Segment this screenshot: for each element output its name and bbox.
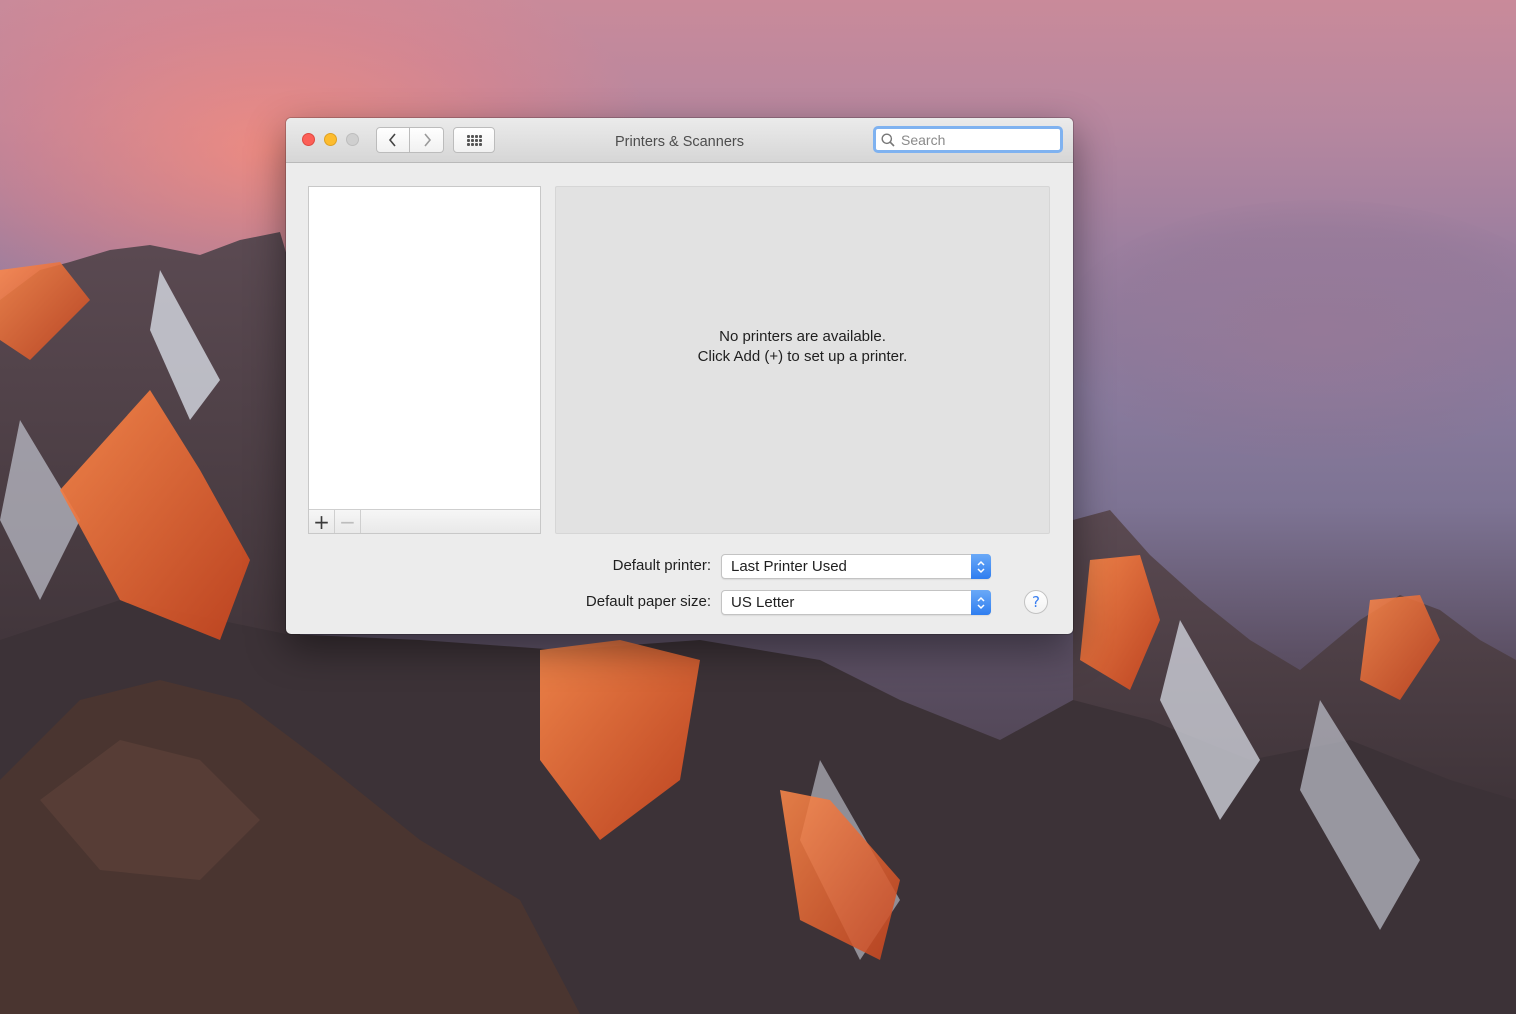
printer-list[interactable]: + − (308, 186, 541, 534)
default-paper-size-row: Default paper size: US Letter (286, 590, 1073, 616)
printer-detail-pane: No printers are available. Click Add (+)… (555, 186, 1050, 534)
empty-state-line-2: Click Add (+) to set up a printer. (697, 348, 908, 365)
remove-printer-button: − (335, 510, 361, 533)
zoom-button (346, 133, 359, 146)
back-button[interactable] (376, 127, 410, 153)
empty-state-message: No printers are available. Click Add (+)… (556, 327, 1049, 367)
default-printer-row: Default printer: Last Printer Used (286, 554, 1073, 580)
navigation-buttons (376, 127, 444, 153)
show-all-button[interactable] (453, 127, 495, 153)
search-field[interactable] (873, 126, 1063, 153)
forward-button[interactable] (410, 127, 444, 153)
empty-state-line-1: No printers are available. (719, 328, 886, 345)
title-bar: Printers & Scanners (286, 118, 1073, 163)
close-button[interactable] (302, 133, 315, 146)
help-button[interactable]: ? (1024, 590, 1048, 614)
printers-scanners-window: Printers & Scanners + − No printers are … (286, 118, 1073, 634)
grid-icon (466, 134, 482, 146)
minimize-button[interactable] (324, 133, 337, 146)
default-paper-size-value: US Letter (731, 594, 795, 611)
up-down-arrows-icon (971, 590, 991, 615)
default-paper-size-label: Default paper size: (585, 593, 711, 610)
default-paper-size-popup[interactable]: US Letter (721, 590, 991, 615)
default-printer-value: Last Printer Used (731, 558, 847, 575)
up-down-arrows-icon (971, 554, 991, 579)
chevron-right-icon (423, 133, 431, 147)
printer-list-toolbar: + − (309, 509, 540, 533)
add-printer-button[interactable]: + (309, 510, 335, 533)
search-icon (881, 133, 895, 147)
chevron-left-icon (388, 133, 396, 147)
default-printer-label: Default printer: (612, 557, 711, 574)
search-input[interactable] (901, 131, 1051, 148)
default-printer-popup[interactable]: Last Printer Used (721, 554, 991, 579)
